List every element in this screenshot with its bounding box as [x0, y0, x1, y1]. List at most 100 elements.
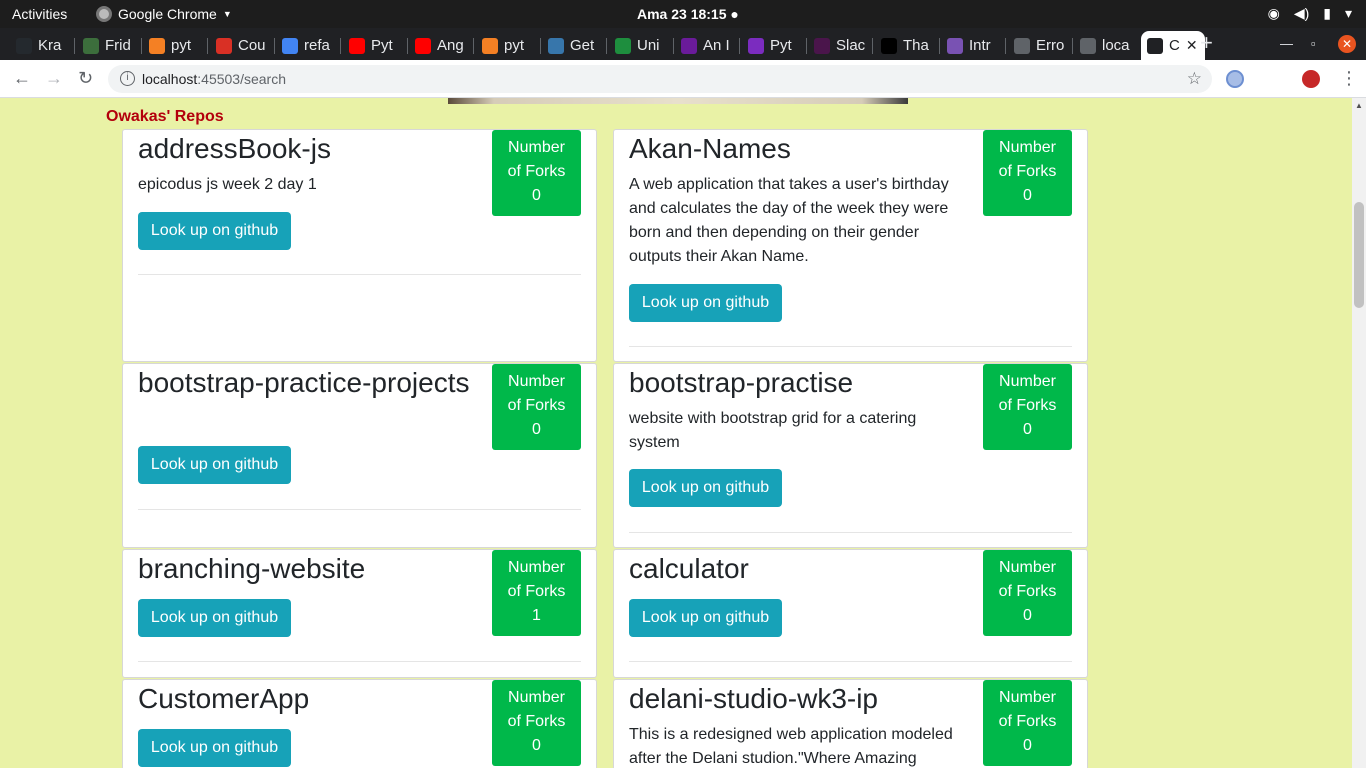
- github-icon: [16, 37, 32, 54]
- forks-count: 0: [532, 737, 541, 754]
- forks-badge: Number of Forks 0: [983, 550, 1072, 636]
- card-divider: [629, 661, 1072, 662]
- forks-badge: Number of Forks 0: [492, 680, 581, 766]
- browser-tab[interactable]: Cou: [210, 31, 270, 60]
- stackoverflow-icon: [482, 37, 498, 54]
- activities-button[interactable]: Activities: [12, 6, 67, 22]
- tree-icon: [83, 37, 99, 54]
- repo-description: website with bootstrap grid for a cateri…: [629, 410, 917, 451]
- browser-tab[interactable]: refa: [276, 31, 336, 60]
- tab-separator: [340, 38, 341, 54]
- minimize-button[interactable]: —: [1280, 36, 1293, 51]
- browser-tab[interactable]: Pyt: [343, 31, 403, 60]
- reload-button[interactable]: ↻: [78, 68, 93, 89]
- scroll-up-icon[interactable]: ▲: [1355, 101, 1363, 110]
- github-link-button[interactable]: Look up on github: [629, 284, 782, 322]
- repo-card: bootstrap-practise website with bootstrap…: [613, 363, 1088, 548]
- forks-label: of Forks: [507, 583, 566, 600]
- github-link-button[interactable]: Look up on github: [629, 469, 782, 507]
- tab-separator: [141, 38, 142, 54]
- url-text[interactable]: localhost:45503/search: [142, 71, 286, 87]
- forward-button[interactable]: →: [45, 68, 63, 89]
- page-scrollbar[interactable]: ▲: [1352, 98, 1366, 768]
- github-link-button[interactable]: Look up on github: [138, 599, 291, 637]
- repo-name: calculator: [629, 553, 749, 584]
- app-menu[interactable]: Google Chrome ▼: [96, 6, 232, 22]
- maximize-button[interactable]: ▫: [1311, 36, 1316, 51]
- github-link-button[interactable]: Look up on github: [138, 446, 291, 484]
- tab-separator: [806, 38, 807, 54]
- tab-label: Cou: [238, 37, 266, 54]
- back-button[interactable]: ←: [13, 68, 31, 89]
- browser-tab[interactable]: Kra: [10, 31, 70, 60]
- tab-close-icon[interactable]: ✕: [1186, 37, 1198, 54]
- github-link-button[interactable]: Look up on github: [138, 729, 291, 767]
- browser-tab[interactable]: Frid: [77, 31, 137, 60]
- forks-label: Number: [999, 559, 1056, 576]
- error-icon: [1014, 37, 1030, 54]
- bootstrap-icon: [947, 37, 963, 54]
- forks-label: of Forks: [998, 583, 1057, 600]
- browser-tab[interactable]: An I: [675, 31, 735, 60]
- forks-label: of Forks: [998, 397, 1057, 414]
- system-tray[interactable]: ◉ ◀) ▮ ▾: [1268, 5, 1352, 22]
- browser-tab[interactable]: Tha: [875, 31, 935, 60]
- forks-label: Number: [508, 139, 565, 156]
- repo-card: addressBook-js epicodus js week 2 day 1 Lo…: [122, 129, 597, 362]
- youtube-icon: [349, 37, 365, 54]
- browser-tab[interactable]: C ✕: [1141, 31, 1205, 60]
- clock-text: Ama 23 18:15: [637, 6, 727, 22]
- tab-separator: [274, 38, 275, 54]
- repo-name: addressBook-js: [138, 133, 331, 164]
- forks-label: of Forks: [998, 163, 1057, 180]
- chrome-icon: [96, 6, 112, 22]
- url-path: :45503/search: [197, 71, 286, 87]
- forks-count: 0: [532, 187, 541, 204]
- site-info-icon[interactable]: i: [120, 71, 135, 86]
- github-link-button[interactable]: Look up on github: [138, 212, 291, 250]
- tab-label: pyt: [171, 37, 192, 54]
- tab-label: Intr: [969, 37, 991, 54]
- bookmark-star-icon[interactable]: ☆: [1187, 69, 1202, 89]
- tab-separator: [939, 38, 940, 54]
- github-link-button[interactable]: Look up on github: [629, 599, 782, 637]
- browser-tab[interactable]: loca: [1074, 31, 1134, 60]
- clock[interactable]: Ama 23 18:15 ●: [637, 6, 739, 22]
- stackoverflow-icon: [149, 37, 165, 54]
- tab-label: C: [1169, 37, 1180, 54]
- card-divider: [138, 274, 581, 275]
- browser-tab[interactable]: Pyt: [742, 31, 802, 60]
- forks-count: 1: [532, 607, 541, 624]
- tab-label: Tha: [903, 37, 929, 54]
- scrollbar-thumb[interactable]: [1354, 202, 1364, 308]
- tab-label: Frid: [105, 37, 131, 54]
- browser-tab[interactable]: Uni: [609, 31, 669, 60]
- tab-label: Uni: [637, 37, 660, 54]
- repo-name: delani-studio-wk3-ip: [629, 683, 879, 714]
- card-divider: [138, 661, 581, 662]
- infinity-icon: [615, 37, 631, 54]
- tab-separator: [1072, 38, 1073, 54]
- globe-icon: [1080, 37, 1096, 54]
- address-bar[interactable]: i localhost:45503/search ☆: [108, 65, 1212, 93]
- browser-tab[interactable]: pyt: [476, 31, 536, 60]
- browser-tab[interactable]: Intr: [941, 31, 1001, 60]
- tab-label: Erro: [1036, 37, 1065, 54]
- forks-badge: Number of Forks 0: [492, 130, 581, 216]
- tab-separator: [872, 38, 873, 54]
- repo-name: Akan-Names: [629, 133, 791, 164]
- card-divider: [629, 532, 1072, 533]
- profile-avatar[interactable]: [1302, 70, 1320, 88]
- tab-separator: [407, 38, 408, 54]
- power-menu-icon: ▾: [1344, 5, 1352, 21]
- window-close-button[interactable]: ✕: [1338, 35, 1356, 53]
- browser-tab[interactable]: Ang: [409, 31, 469, 60]
- browser-tab[interactable]: Erro: [1008, 31, 1068, 60]
- more-menu-icon[interactable]: ⋮: [1340, 68, 1358, 89]
- browser-tab[interactable]: Get: [542, 31, 602, 60]
- browser-tab[interactable]: pyt: [143, 31, 203, 60]
- extension-icon[interactable]: [1226, 70, 1244, 88]
- new-tab-button[interactable]: +: [1200, 32, 1213, 54]
- browser-tab[interactable]: Slac: [808, 31, 868, 60]
- forks-badge: Number of Forks 0: [983, 364, 1072, 450]
